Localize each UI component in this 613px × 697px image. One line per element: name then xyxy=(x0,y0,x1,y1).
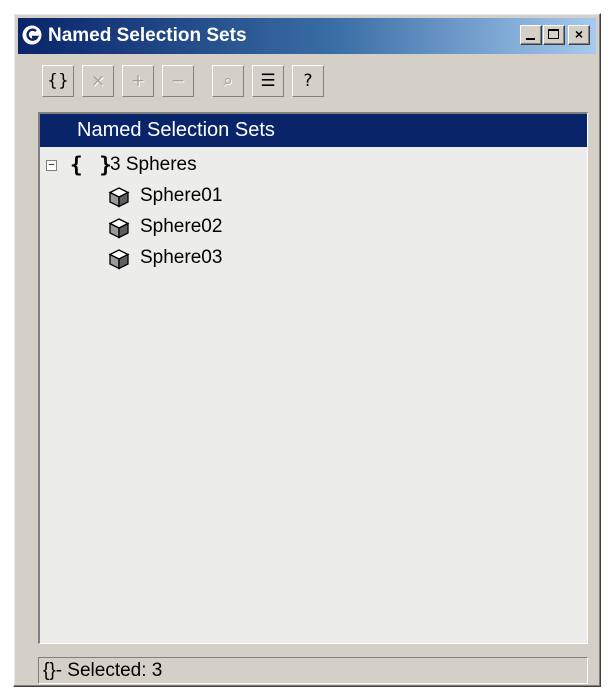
object-name: Sphere02 xyxy=(140,216,223,237)
maximize-icon xyxy=(548,29,559,39)
remove-button[interactable]: × xyxy=(82,65,114,97)
subtract-selected-icon: − xyxy=(170,71,186,91)
window-title: Named Selection Sets xyxy=(48,25,247,46)
create-set-icon: {} xyxy=(47,71,69,91)
delete-icon: × xyxy=(90,71,106,91)
object-name: Sphere01 xyxy=(140,185,223,206)
app-logo-icon xyxy=(21,24,43,46)
collapse-toggle[interactable]: − xyxy=(46,160,57,171)
title-bar[interactable]: Named Selection Sets × xyxy=(18,18,596,54)
tree-set-row[interactable]: − { } 3 Spheres xyxy=(40,150,440,180)
highlight-selected-icon: ? xyxy=(303,71,313,91)
highlight-selected-objects-button[interactable]: ? xyxy=(292,65,324,97)
close-button[interactable]: × xyxy=(568,25,590,45)
select-objects-in-set-button[interactable]: ⌕ xyxy=(212,65,244,97)
minimize-icon xyxy=(526,38,535,40)
close-icon: × xyxy=(574,26,584,42)
maximize-button[interactable] xyxy=(543,25,565,45)
tree-root-named-selection-sets[interactable]: Named Selection Sets xyxy=(40,114,587,147)
cube-icon xyxy=(108,249,130,270)
minimize-button[interactable] xyxy=(520,25,542,45)
cube-icon xyxy=(108,218,130,239)
create-new-set-button[interactable]: {} xyxy=(42,65,74,97)
select-by-name-icon: ☰ xyxy=(260,71,276,91)
tree-object-row[interactable]: Sphere03 xyxy=(108,243,408,273)
tree-object-row[interactable]: Sphere01 xyxy=(108,181,408,211)
selection-set-icon: { } xyxy=(70,153,114,177)
subtract-selected-objects-button[interactable]: − xyxy=(162,65,194,97)
object-name: Sphere03 xyxy=(140,247,223,268)
named-selection-sets-window: Named Selection Sets × {} × + − ⌕ ☰ ? Na… xyxy=(13,13,601,687)
cube-icon xyxy=(108,187,130,208)
set-name: 3 Spheres xyxy=(110,154,197,175)
selection-sets-tree[interactable]: Named Selection Sets − { } 3 Spheres Sph… xyxy=(38,112,588,644)
select-objects-icon: ⌕ xyxy=(223,71,233,91)
status-bar: {}- Selected: 3 xyxy=(38,657,588,684)
tree-object-row[interactable]: Sphere02 xyxy=(108,212,408,242)
status-text: {}- Selected: 3 xyxy=(43,660,163,681)
add-selected-icon: + xyxy=(130,71,146,91)
select-objects-by-name-button[interactable]: ☰ xyxy=(252,65,284,97)
add-selected-objects-button[interactable]: + xyxy=(122,65,154,97)
